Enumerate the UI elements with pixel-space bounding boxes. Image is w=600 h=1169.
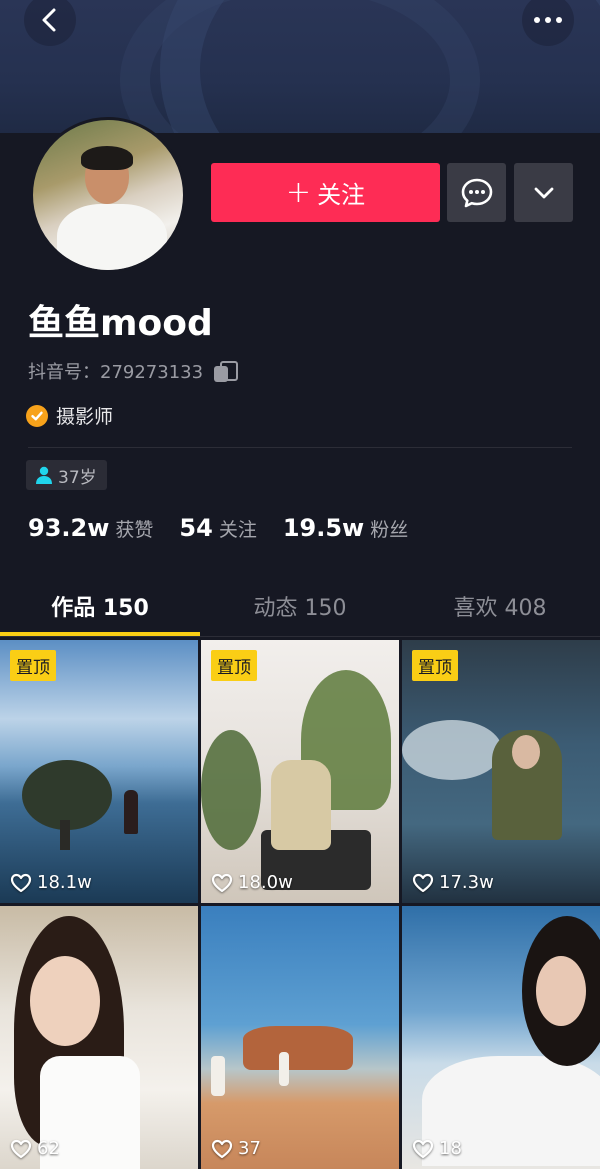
stat-likes[interactable]: 93.2w 获赞 bbox=[28, 514, 153, 542]
divider bbox=[28, 447, 572, 448]
back-button[interactable] bbox=[24, 0, 76, 46]
video-tile[interactable]: 置顶 18.0w bbox=[201, 640, 399, 903]
stat-label: 获赞 bbox=[115, 519, 154, 541]
like-count-value: 18 bbox=[439, 1138, 462, 1159]
like-count-value: 18.0w bbox=[238, 872, 293, 893]
avatar[interactable] bbox=[30, 117, 186, 273]
stat-followers[interactable]: 19.5w 粉丝 bbox=[283, 514, 408, 542]
video-tile[interactable]: 18 bbox=[402, 906, 600, 1169]
plus-icon: + bbox=[285, 174, 312, 210]
video-grid: 置顶 18.1w 置顶 18.0w 置顶 17.3w 62 37 18 bbox=[0, 640, 600, 1169]
like-count: 37 bbox=[211, 1138, 261, 1159]
heart-icon bbox=[412, 1139, 434, 1158]
check-badge-icon bbox=[26, 404, 48, 427]
profile-tabs: 作品 150 动态 150 喜欢 408 bbox=[0, 578, 600, 636]
message-button[interactable] bbox=[447, 163, 506, 222]
like-count: 62 bbox=[10, 1138, 60, 1159]
like-count-value: 17.3w bbox=[439, 872, 494, 893]
follow-label: 关注 bbox=[317, 181, 366, 209]
chevron-down-icon bbox=[534, 187, 553, 198]
age-tag: 37岁 bbox=[26, 460, 107, 490]
nickname: 鱼鱼mood bbox=[28, 303, 213, 344]
stat-value: 93.2w bbox=[28, 514, 110, 542]
verification-row: 摄影师 bbox=[26, 402, 113, 429]
recommend-dropdown-button[interactable] bbox=[514, 163, 573, 222]
stat-value: 54 bbox=[179, 514, 213, 542]
video-tile[interactable]: 37 bbox=[201, 906, 399, 1169]
stat-label: 粉丝 bbox=[370, 519, 409, 541]
pinned-badge: 置顶 bbox=[10, 650, 56, 681]
like-count: 18.1w bbox=[10, 872, 92, 893]
stats-row: 93.2w 获赞 54 关注 19.5w 粉丝 bbox=[28, 514, 434, 542]
heart-icon bbox=[10, 1139, 32, 1158]
more-button[interactable] bbox=[522, 0, 574, 46]
heart-icon bbox=[211, 1139, 233, 1158]
douyin-id: 抖音号：279273133 bbox=[28, 362, 204, 383]
stat-value: 19.5w bbox=[282, 514, 365, 542]
like-count-value: 18.1w bbox=[37, 872, 92, 893]
pinned-badge: 置顶 bbox=[211, 650, 257, 681]
heart-icon bbox=[211, 873, 233, 892]
profile-cover bbox=[0, 0, 600, 135]
tabs-divider bbox=[0, 636, 600, 637]
like-count: 17.3w bbox=[412, 872, 494, 893]
like-count-value: 62 bbox=[37, 1138, 60, 1159]
tab-activity[interactable]: 动态 150 bbox=[200, 578, 400, 636]
video-tile[interactable]: 置顶 18.1w bbox=[0, 640, 198, 903]
chevron-left-icon bbox=[42, 8, 56, 32]
like-count: 18 bbox=[412, 1138, 462, 1159]
video-tile[interactable]: 置顶 17.3w bbox=[402, 640, 600, 903]
like-count-value: 37 bbox=[238, 1138, 261, 1159]
chat-bubble-icon bbox=[461, 178, 492, 207]
verification-label: 摄影师 bbox=[56, 406, 114, 428]
stat-following[interactable]: 54 关注 bbox=[179, 514, 256, 542]
heart-icon bbox=[412, 873, 434, 892]
follow-button[interactable]: + 关注 bbox=[211, 163, 440, 222]
pinned-badge: 置顶 bbox=[412, 650, 458, 681]
stat-label: 关注 bbox=[218, 519, 257, 541]
age-label: 37岁 bbox=[58, 467, 97, 488]
tab-works[interactable]: 作品 150 bbox=[0, 578, 200, 636]
douyin-id-row: 抖音号：279273133 bbox=[28, 358, 239, 384]
more-dots-icon bbox=[534, 17, 562, 23]
video-tile[interactable]: 62 bbox=[0, 906, 198, 1169]
tab-likes[interactable]: 喜欢 408 bbox=[400, 578, 600, 636]
copy-icon[interactable] bbox=[213, 359, 239, 383]
heart-icon bbox=[10, 873, 32, 892]
like-count: 18.0w bbox=[211, 872, 293, 893]
person-icon bbox=[36, 466, 52, 484]
